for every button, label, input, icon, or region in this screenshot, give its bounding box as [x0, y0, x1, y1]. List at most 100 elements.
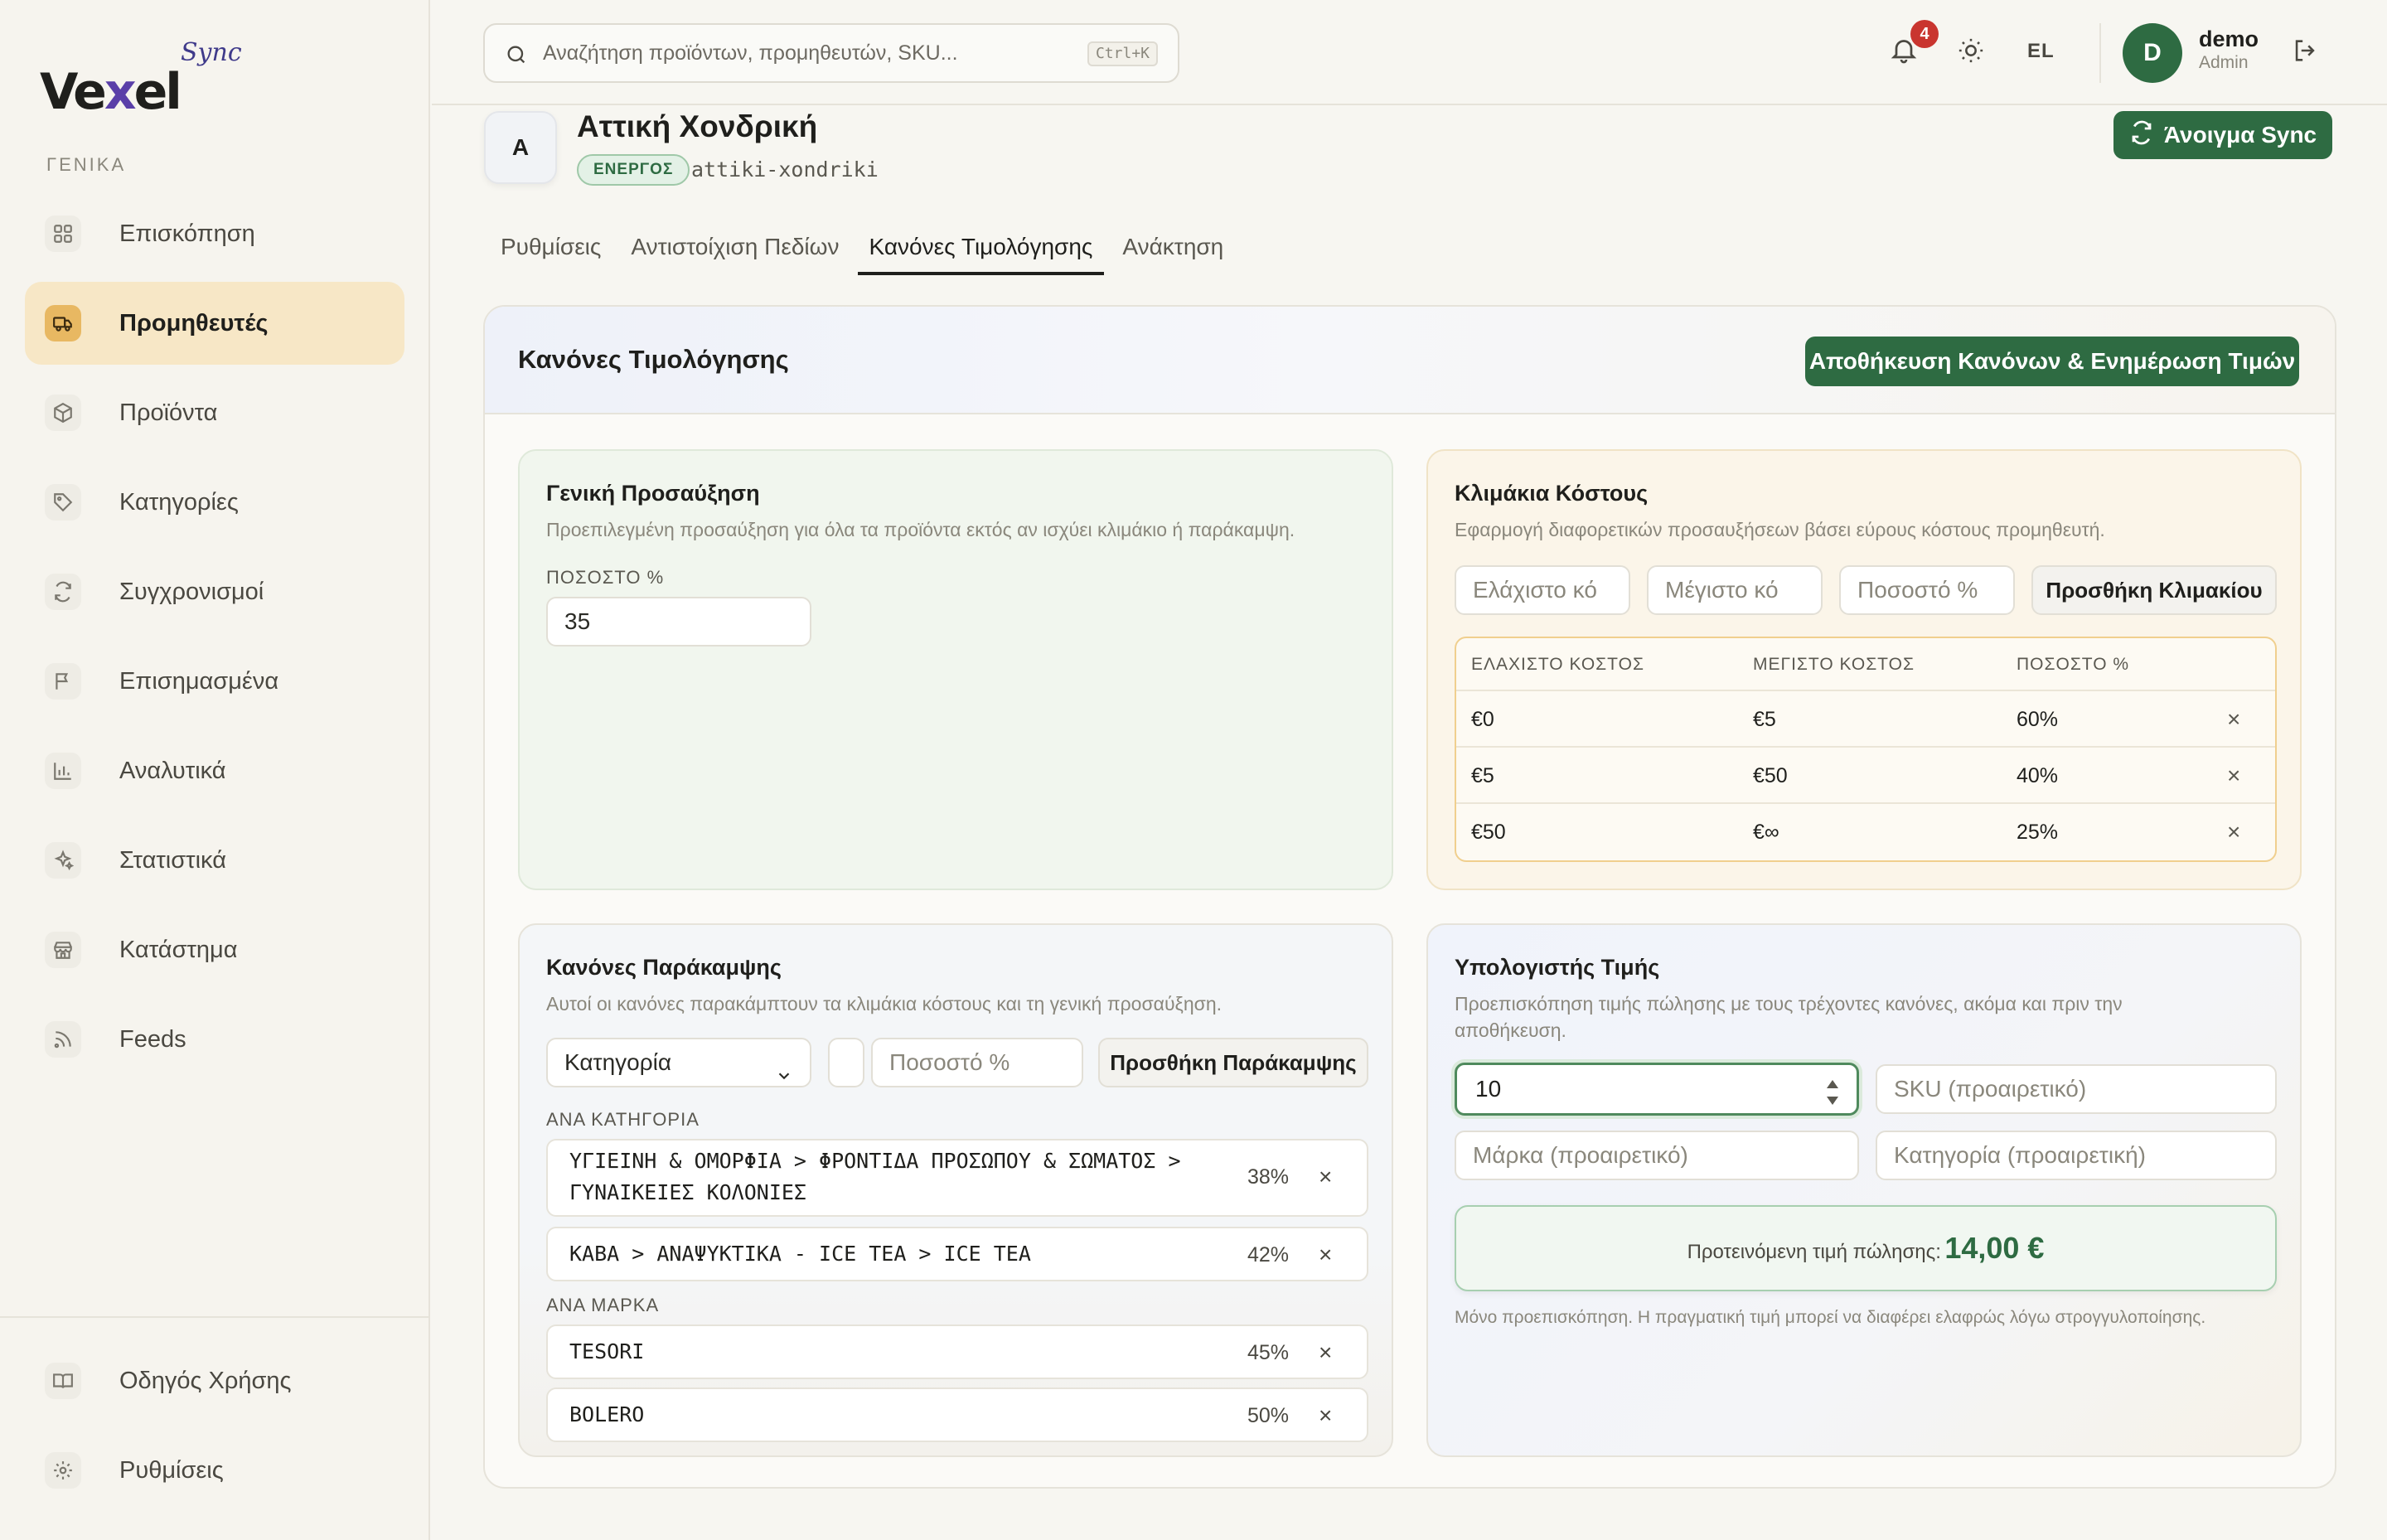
add-override-button[interactable]: Προσθήκη Παράκαμψης — [1098, 1038, 1368, 1087]
suggested-price-box: Προτεινόμενη τιμή πώλησης: 14,00 € — [1455, 1205, 2277, 1291]
column-header-min: ΕΛΑΧΙΣΤΟ ΚΟΣΤΟΣ — [1471, 655, 1644, 674]
sidebar-nav: Επισκόπηση Προμηθευτές Προϊόντα Κατηγορί… — [25, 192, 404, 1087]
remove-tier-button[interactable]: × — [2227, 706, 2240, 733]
chevron-down-icon — [775, 1054, 793, 1101]
sku-input[interactable]: SKU (προαιρετικό) — [1876, 1064, 2277, 1114]
sidebar-item-overview[interactable]: Επισκόπηση — [25, 192, 404, 275]
tier-max: €50 — [1753, 764, 1788, 787]
app-logo[interactable]: Vexel Sync — [40, 38, 255, 121]
search-shortcut: Ctrl+K — [1087, 41, 1158, 66]
global-search[interactable]: Ctrl+K — [483, 23, 1179, 83]
sidebar-item-label: Κατηγορίες — [119, 489, 239, 516]
avatar[interactable]: D — [2123, 23, 2182, 83]
refresh-icon — [2129, 120, 2154, 151]
supplier-avatar: A — [484, 111, 557, 184]
table-row: €50 €∞ 25% × — [1456, 804, 2275, 860]
panel-title: Κανόνες Τιμολόγησης — [518, 345, 789, 374]
sidebar-divider — [0, 1316, 428, 1318]
tier-min: €0 — [1471, 708, 1494, 731]
cost-input[interactable]: 10 — [1455, 1063, 1859, 1116]
tab-field-mapping[interactable]: Αντιστοίχιση Πεδίων — [619, 229, 850, 275]
flag-icon — [45, 663, 81, 700]
logout-icon[interactable] — [2291, 36, 2324, 70]
remove-override-button[interactable]: × — [1319, 1164, 1332, 1190]
sidebar-item-suppliers[interactable]: Προμηθευτές — [25, 282, 404, 365]
store-icon — [45, 932, 81, 968]
add-tier-button[interactable]: Προσθήκη Κλιμακίου — [2031, 565, 2277, 615]
remove-override-button[interactable]: × — [1319, 1242, 1332, 1268]
tab-fetch[interactable]: Ανάκτηση — [1111, 229, 1235, 275]
remove-tier-button[interactable]: × — [2227, 819, 2240, 845]
tab-pricing-rules[interactable]: Κανόνες Τιμολόγησης — [857, 229, 1105, 275]
sidebar-item-statistics[interactable]: Στατιστικά — [25, 819, 404, 902]
sidebar-bottom-nav: Οδηγός Χρήσης Ρυθμίσεις — [25, 1339, 404, 1518]
table-header: ΕΛΑΧΙΣΤΟ ΚΟΣΤΟΣ ΜΕΓΙΣΤΟ ΚΟΣΤΟΣ ΠΟΣΟΣΤΟ % — [1456, 638, 2275, 691]
sidebar-item-label: Επισκόπηση — [119, 220, 255, 247]
tier-percent: 60% — [2017, 708, 2059, 731]
override-category-path: ΚΑΒΑ > ΑΝΑΨΥΚΤΙΚΑ - ICE TEA > ICE TEA — [569, 1242, 1031, 1266]
sidebar-item-label: Feeds — [119, 1026, 186, 1053]
table-row: €5 €50 40% × — [1456, 748, 2275, 804]
override-rules-card: Κανόνες Παράκαμψης Αυτοί οι κανόνες παρα… — [518, 923, 1393, 1457]
sidebar-item-flagged[interactable]: Επισημασμένα — [25, 640, 404, 723]
bar-chart-icon — [45, 753, 81, 789]
nav-section-label: ΓΕΝΙΚΑ — [46, 154, 127, 175]
card-title: Υπολογιστής Τιμής — [1455, 955, 1660, 980]
tier-percent-input[interactable]: Ποσοστό % — [1839, 565, 2015, 615]
override-target-input[interactable] — [828, 1038, 864, 1087]
sidebar-item-label: Προϊόντα — [119, 400, 218, 426]
tier-min: €50 — [1471, 821, 1506, 844]
remove-override-button[interactable]: × — [1319, 1402, 1332, 1429]
override-percent: 45% — [1247, 1341, 1290, 1364]
sidebar-item-analytics[interactable]: Αναλυτικά — [25, 729, 404, 812]
column-header-percent: ΠΟΣΟΣΤΟ % — [2017, 655, 2130, 674]
save-rules-button[interactable]: Αποθήκευση Κανόνων & Ενημέρωση Τιμών — [1805, 337, 2299, 386]
brand-input[interactable]: Μάρκα (προαιρετικό) — [1455, 1131, 1859, 1180]
search-input[interactable] — [543, 36, 1057, 70]
sidebar-item-user-guide[interactable]: Οδηγός Χρήσης — [25, 1339, 404, 1422]
column-header-max: ΜΕΓΙΣΤΟ ΚΟΣΤΟΣ — [1753, 655, 1915, 674]
open-sync-label: Άνοιγμα Sync — [2163, 122, 2317, 148]
tier-min-input[interactable]: Ελάχιστο κό — [1455, 565, 1630, 615]
sidebar-item-settings[interactable]: Ρυθμίσεις — [25, 1429, 404, 1512]
override-category-path: ΥΓΙΕΙΝΗ & ΟΜΟΡΦΙΑ > ΦΡΟΝΤΙΔΑ ΠΡΟΣΩΠΟΥ & … — [569, 1149, 1181, 1173]
sidebar-item-syncs[interactable]: Συγχρονισμοί — [25, 550, 404, 633]
description-line: Προεπισκόπηση τιμής πώλησης με τους τρέχ… — [1455, 993, 2123, 1015]
list-item: BOLERO 50% × — [546, 1387, 1368, 1442]
card-title: Κανόνες Παράκαμψης — [546, 955, 782, 980]
category-input[interactable]: Κατηγορία (προαιρετική) — [1876, 1131, 2277, 1180]
tier-max: €∞ — [1753, 821, 1779, 844]
remove-override-button[interactable]: × — [1319, 1339, 1332, 1366]
override-percent: 50% — [1247, 1404, 1290, 1427]
topbar-divider — [2099, 23, 2101, 83]
sun-icon[interactable] — [1957, 36, 1992, 71]
list-item: ΚΑΒΑ > ΑΝΑΨΥΚΤΙΚΑ - ICE TEA > ICE TEA 42… — [546, 1227, 1368, 1281]
suggested-price-label: Προτεινόμενη τιμή πώλησης: — [1687, 1241, 1941, 1263]
supplier-tabs: Ρυθμίσεις Αντιστοίχιση Πεδίων Κανόνες Τι… — [489, 229, 1235, 275]
override-type-select[interactable]: Κατηγορία — [546, 1038, 811, 1087]
sidebar-item-label: Αναλυτικά — [119, 758, 226, 784]
sidebar-item-label: Επισημασμένα — [119, 668, 279, 695]
sidebar-item-label: Προμηθευτές — [119, 310, 269, 337]
sidebar-item-categories[interactable]: Κατηγορίες — [25, 461, 404, 544]
tiers-table: ΕΛΑΧΙΣΤΟ ΚΟΣΤΟΣ ΜΕΓΙΣΤΟ ΚΟΣΤΟΣ ΠΟΣΟΣΤΟ %… — [1455, 637, 2277, 862]
general-percent-input[interactable]: 35 — [546, 597, 811, 647]
tier-max-input[interactable]: Μέγιστο κό — [1647, 565, 1823, 615]
override-percent-input[interactable]: Ποσοστό % — [871, 1038, 1083, 1087]
stepper-arrows-icon[interactable] — [1825, 1075, 1840, 1105]
notification-badge: 4 — [1910, 20, 1939, 48]
language-switch[interactable]: EL — [2027, 40, 2055, 63]
sidebar-item-products[interactable]: Προϊόντα — [25, 371, 404, 454]
logo-sync-label: Sync — [181, 38, 242, 67]
top-bar: Ctrl+K 4 EL D demo Admin — [432, 0, 2387, 105]
tab-settings[interactable]: Ρυθμίσεις — [489, 229, 612, 275]
truck-icon — [45, 305, 81, 341]
sidebar-item-feeds[interactable]: Feeds — [25, 998, 404, 1081]
group-label-brand: ΑΝΑ ΜΑΡΚΑ — [546, 1295, 660, 1315]
override-category-path-cont: ΓΥΝΑΙΚΕΙΕΣ ΚΟΛΟΝΙΕΣ — [569, 1180, 806, 1204]
rss-icon — [45, 1021, 81, 1058]
open-sync-button[interactable]: Άνοιγμα Sync — [2113, 111, 2332, 159]
general-markup-card: Γενική Προσαύξηση Προεπιλεγμένη προσαύξη… — [518, 449, 1393, 890]
sidebar-item-store[interactable]: Κατάστημα — [25, 908, 404, 991]
remove-tier-button[interactable]: × — [2227, 763, 2240, 789]
